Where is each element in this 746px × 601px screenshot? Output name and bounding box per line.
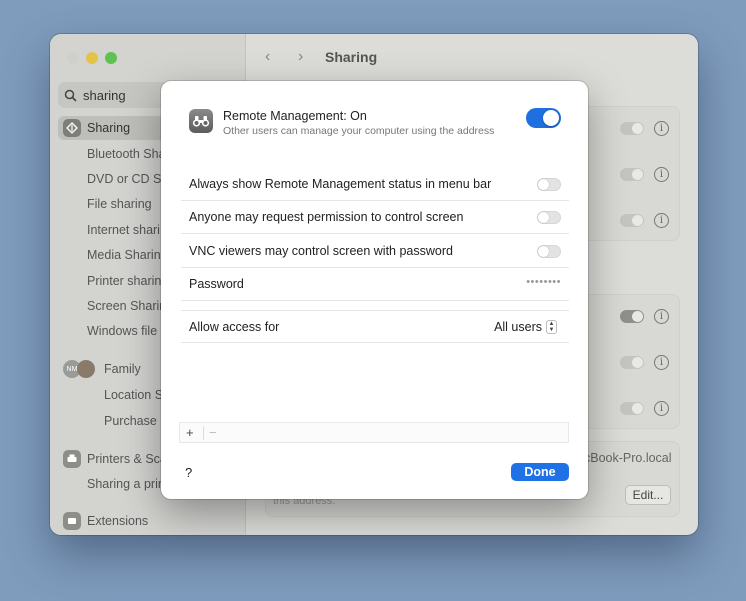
info-icon[interactable]: i bbox=[654, 167, 669, 182]
page-title: Sharing bbox=[325, 49, 378, 65]
close-button[interactable] bbox=[67, 52, 79, 64]
search-input[interactable]: sharing bbox=[83, 88, 126, 103]
dialog-subtitle: Other users can manage your computer usi… bbox=[223, 125, 495, 137]
option-label: Anyone may request permission to control… bbox=[189, 210, 464, 224]
help-button[interactable]: ? bbox=[185, 465, 192, 480]
user-list-controls: + − bbox=[179, 422, 569, 443]
option-row: VNC viewers may control screen with pass… bbox=[181, 235, 569, 268]
password-field[interactable]: •••••••• bbox=[526, 276, 561, 288]
info-icon[interactable]: i bbox=[654, 401, 669, 416]
option-row: Always show Remote Management status in … bbox=[181, 168, 569, 201]
sidebar-item-file-sharing[interactable]: File sharing bbox=[87, 197, 152, 211]
extensions-icon bbox=[63, 512, 81, 530]
search-icon bbox=[64, 89, 77, 102]
sidebar-item-location-sharing[interactable]: Location S bbox=[104, 388, 163, 402]
info-icon[interactable]: i bbox=[654, 213, 669, 228]
chevron-up-down-icon: ▲ ▼ bbox=[546, 320, 557, 334]
sidebar-item-bluetooth-sharing[interactable]: Bluetooth Sha bbox=[87, 147, 166, 161]
zoom-button[interactable] bbox=[105, 52, 117, 64]
background-toggle-3[interactable] bbox=[620, 214, 644, 227]
password-label: Password bbox=[189, 277, 244, 291]
background-toggle-1[interactable] bbox=[620, 122, 644, 135]
background-toggle-2[interactable] bbox=[620, 168, 644, 181]
sharing-icon bbox=[63, 119, 81, 137]
window-controls bbox=[67, 52, 117, 64]
done-button[interactable]: Done bbox=[511, 463, 569, 481]
info-icon[interactable]: i bbox=[654, 355, 669, 370]
sidebar-item-purchase-sharing[interactable]: Purchase S bbox=[104, 414, 169, 428]
edit-button[interactable]: Edit... bbox=[625, 485, 671, 505]
sidebar-item-media-sharing[interactable]: Media Sharin bbox=[87, 248, 161, 262]
access-popup[interactable]: All users ▲ ▼ bbox=[494, 320, 557, 334]
printer-icon bbox=[63, 450, 81, 468]
add-button[interactable]: + bbox=[186, 425, 194, 440]
background-toggle-6[interactable] bbox=[620, 402, 644, 415]
sidebar-item-family[interactable]: Family bbox=[104, 362, 141, 376]
option-label: Always show Remote Management status in … bbox=[189, 177, 492, 191]
request-permission-toggle[interactable] bbox=[537, 211, 561, 224]
sidebar-item-printers-scanners[interactable]: Printers & Sca bbox=[87, 452, 167, 466]
menu-bar-status-toggle[interactable] bbox=[537, 178, 561, 191]
hostname-text: cBook-Pro.local bbox=[584, 451, 672, 465]
remove-button[interactable]: − bbox=[209, 425, 217, 440]
forward-button[interactable]: › bbox=[298, 48, 303, 66]
vnc-password-toggle[interactable] bbox=[537, 245, 561, 258]
info-icon[interactable]: i bbox=[654, 121, 669, 136]
dialog-title: Remote Management: On bbox=[223, 109, 367, 123]
option-row: Anyone may request permission to control… bbox=[181, 201, 569, 234]
back-button[interactable]: ‹ bbox=[265, 48, 270, 66]
remote-management-dialog: Remote Management: On Other users can ma… bbox=[161, 81, 588, 499]
access-label: Allow access for bbox=[189, 320, 280, 334]
password-row: Password •••••••• bbox=[181, 268, 569, 301]
sidebar-item-dvd-sharing[interactable]: DVD or CD Sh bbox=[87, 172, 168, 186]
background-toggle-5[interactable] bbox=[620, 356, 644, 369]
sidebar-item-windows-file-sharing[interactable]: Windows file s bbox=[87, 324, 167, 338]
remote-management-toggle[interactable] bbox=[526, 108, 561, 128]
divider bbox=[203, 426, 204, 440]
sidebar-item-extensions[interactable]: Extensions bbox=[87, 514, 148, 528]
sidebar-item-screen-sharing[interactable]: Screen Sharin bbox=[87, 299, 166, 313]
sidebar-item-internet-sharing[interactable]: Internet shari bbox=[87, 223, 160, 237]
option-label: VNC viewers may control screen with pass… bbox=[189, 244, 453, 258]
sidebar-item-sharing-a-printer[interactable]: Sharing a prin bbox=[87, 477, 165, 491]
family-member-avatar bbox=[77, 360, 95, 378]
background-toggle-4[interactable] bbox=[620, 310, 644, 323]
binoculars-icon bbox=[189, 109, 213, 133]
access-row: Allow access for All users ▲ ▼ bbox=[181, 310, 569, 343]
minimize-button[interactable] bbox=[86, 52, 98, 64]
access-value: All users bbox=[494, 320, 542, 334]
info-icon[interactable]: i bbox=[654, 309, 669, 324]
sidebar-item-sharing[interactable]: Sharing bbox=[87, 121, 130, 135]
sidebar-item-printer-sharing[interactable]: Printer sharin bbox=[87, 274, 161, 288]
